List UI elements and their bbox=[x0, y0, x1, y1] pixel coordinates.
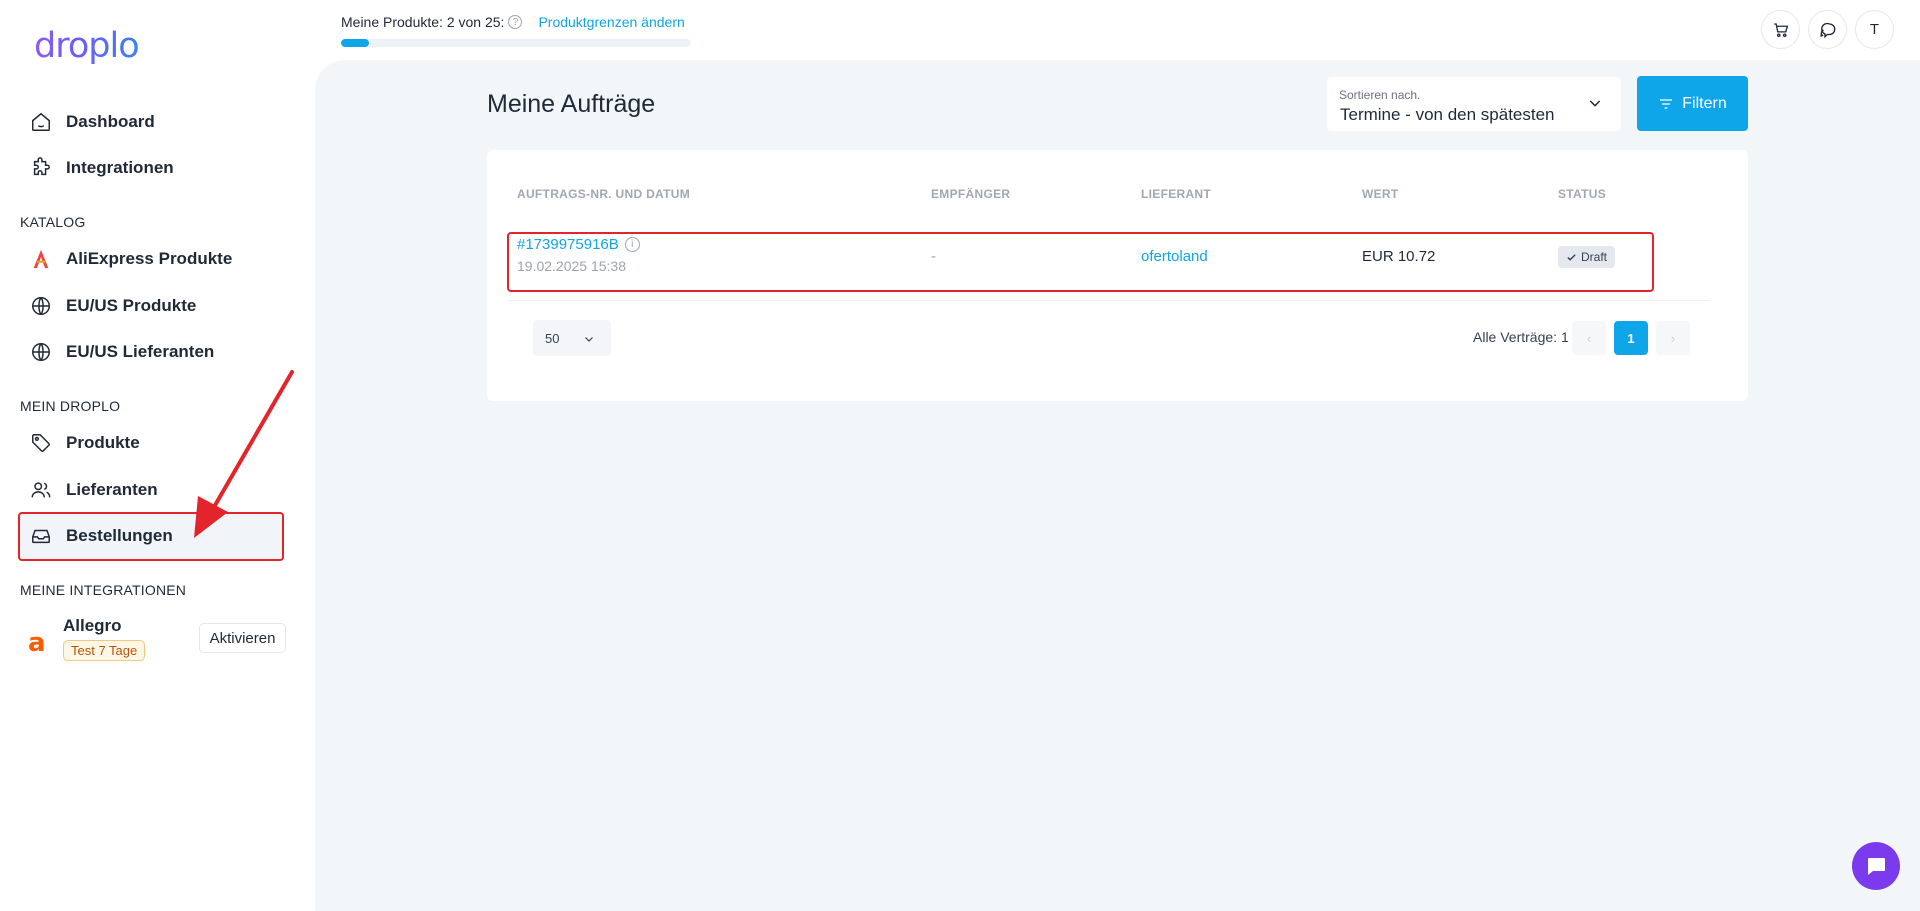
sidebar-item-produkte[interactable]: Produkte bbox=[18, 420, 284, 466]
avatar[interactable]: T bbox=[1855, 10, 1894, 49]
filter-button[interactable]: Filtern bbox=[1637, 76, 1748, 131]
section-title-meine-integrationen: MEINE INTEGRATIONEN bbox=[20, 582, 187, 598]
sidebar-item-label: Integrationen bbox=[66, 158, 174, 177]
logo-text: droplo bbox=[34, 26, 140, 66]
integration-allegro: a Allegro Test 7 Tage Aktivieren bbox=[28, 614, 288, 668]
page-button-current[interactable]: 1 bbox=[1614, 321, 1648, 355]
sidebar-item-bestellungen[interactable]: Bestellungen bbox=[18, 513, 284, 559]
order-id: #1739975916B bbox=[517, 236, 619, 253]
supplier-link[interactable]: ofertoland bbox=[1141, 248, 1208, 265]
chevron-down-icon bbox=[1589, 100, 1601, 107]
sidebar-item-label: Produkte bbox=[66, 433, 140, 452]
sidebar-item-aliexpress[interactable]: AliExpress Produkte bbox=[18, 236, 284, 282]
droplo-logo[interactable]: droplo bbox=[34, 26, 140, 66]
row-divider bbox=[507, 300, 1710, 301]
change-limits-link[interactable]: Produktgrenzen ändern bbox=[538, 14, 684, 30]
sidebar-item-dashboard[interactable]: Dashboard bbox=[18, 99, 284, 145]
globe-icon bbox=[28, 293, 54, 319]
status-label: Draft bbox=[1581, 250, 1608, 264]
chat-bubble-icon bbox=[1868, 858, 1885, 875]
sidebar-item-integrationen[interactable]: Integrationen bbox=[18, 145, 284, 191]
prev-page-button[interactable]: ‹ bbox=[1572, 321, 1606, 355]
chevron-down-icon bbox=[585, 337, 593, 342]
cart-icon bbox=[1773, 22, 1788, 37]
product-limit-progress bbox=[341, 39, 691, 47]
progress-fill bbox=[341, 39, 369, 47]
filter-icon bbox=[1660, 98, 1673, 109]
check-icon bbox=[1567, 253, 1576, 261]
sidebar-item-label: Lieferanten bbox=[66, 480, 158, 499]
home-icon bbox=[28, 109, 54, 135]
sidebar-item-label: Dashboard bbox=[66, 112, 155, 131]
cart-button[interactable] bbox=[1761, 10, 1800, 49]
integration-name: Allegro bbox=[63, 616, 122, 635]
table-row[interactable] bbox=[507, 232, 1648, 289]
order-date: 19.02.2025 15:38 bbox=[517, 258, 626, 274]
section-title-katalog: KATALOG bbox=[20, 214, 86, 230]
section-title-mein-droplo: MEIN DROPLO bbox=[20, 398, 121, 414]
sidebar-item-lieferanten[interactable]: Lieferanten bbox=[18, 467, 284, 513]
sidebar-item-label: AliExpress Produkte bbox=[66, 249, 233, 268]
puzzle-icon bbox=[28, 155, 54, 181]
trial-badge: Test 7 Tage bbox=[63, 640, 146, 661]
allegro-logo-icon: a bbox=[28, 628, 46, 658]
chat-button[interactable] bbox=[1808, 10, 1847, 49]
column-header-recipient: EMPFÄNGER bbox=[931, 187, 1011, 201]
column-header-order: AUFTRAGS-NR. UND DATUM bbox=[517, 187, 691, 201]
info-icon[interactable]: i bbox=[624, 237, 640, 252]
per-page-select[interactable]: 50 bbox=[533, 320, 611, 356]
recipient-cell: - bbox=[931, 248, 936, 265]
sidebar: droplo Dashboard Integrationen KATALOG A… bbox=[0, 0, 315, 911]
help-icon[interactable]: ? bbox=[508, 15, 523, 29]
column-header-value: WERT bbox=[1362, 187, 1399, 201]
sidebar-item-label: EU/US Produkte bbox=[66, 296, 197, 315]
tag-icon bbox=[28, 430, 54, 456]
top-right-actions: T bbox=[1761, 10, 1894, 49]
orders-table-card: AUFTRAGS-NR. UND DATUM EMPFÄNGER LIEFERA… bbox=[487, 150, 1748, 401]
chat-icon bbox=[1820, 22, 1835, 38]
product-count-label: Meine Produkte: 2 von 25: bbox=[341, 14, 505, 30]
filter-button-label: Filtern bbox=[1682, 94, 1727, 112]
support-chat-button[interactable] bbox=[1852, 842, 1900, 890]
sidebar-item-label: EU/US Lieferanten bbox=[66, 342, 215, 361]
inbox-icon bbox=[28, 523, 54, 549]
sidebar-item-eu-us-lieferanten[interactable]: EU/US Lieferanten bbox=[18, 329, 284, 375]
globe-icon bbox=[28, 339, 54, 365]
status-badge: Draft bbox=[1558, 246, 1616, 268]
sort-dropdown[interactable]: Sortieren nach. Termine - von den spätes… bbox=[1327, 77, 1621, 131]
next-page-button[interactable]: › bbox=[1656, 321, 1690, 355]
sort-caption: Sortieren nach. bbox=[1339, 88, 1421, 102]
users-icon bbox=[28, 477, 54, 503]
value-cell: EUR 10.72 bbox=[1362, 248, 1436, 265]
product-limit-bar: Meine Produkte: 2 von 25: ? Produktgrenz… bbox=[341, 14, 685, 30]
sort-value: Termine - von den spätesten bbox=[1340, 105, 1555, 124]
order-id-link[interactable]: #1739975916B i bbox=[517, 236, 640, 253]
per-page-value: 50 bbox=[545, 330, 560, 346]
total-count-label: Alle Verträge: 1 bbox=[1473, 329, 1569, 345]
column-header-status: STATUS bbox=[1558, 187, 1607, 201]
page-title: Meine Aufträge bbox=[487, 90, 656, 118]
sidebar-item-eu-us-produkte[interactable]: EU/US Produkte bbox=[18, 283, 284, 329]
column-header-supplier: LIEFERANT bbox=[1141, 187, 1212, 201]
sidebar-item-label: Bestellungen bbox=[66, 526, 173, 545]
activate-button[interactable]: Aktivieren bbox=[199, 623, 286, 653]
aliexpress-icon bbox=[28, 246, 54, 272]
